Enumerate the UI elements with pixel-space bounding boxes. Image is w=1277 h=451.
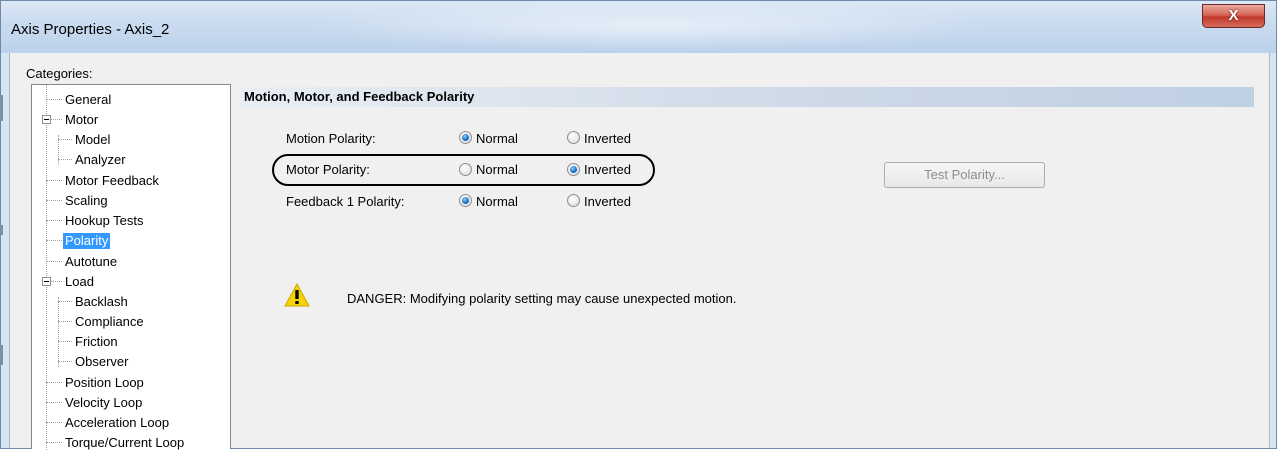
tree-item-load[interactable]: Load <box>63 274 96 290</box>
tree-item-analyzer[interactable]: Analyzer <box>73 152 128 168</box>
motor-polarity-normal-radio[interactable] <box>459 163 472 176</box>
tree-line <box>46 220 62 221</box>
collapse-load-icon[interactable] <box>42 277 51 286</box>
tree-line <box>50 119 62 120</box>
tree-line <box>58 361 72 362</box>
window-title: Axis Properties - Axis_2 <box>11 21 170 38</box>
tree-item-model[interactable]: Model <box>73 132 112 148</box>
feedback-1-polarity-label: Feedback 1 Polarity: <box>286 194 405 209</box>
left-edge-mark <box>0 345 3 365</box>
motion-polarity-label: Motion Polarity: <box>286 131 376 146</box>
collapse-motor-icon[interactable] <box>42 115 51 124</box>
motion-polarity-normal-radio[interactable] <box>459 131 472 144</box>
feedback-1-polarity-inverted-label[interactable]: Inverted <box>584 194 631 209</box>
title-bar-glass <box>301 1 1001 51</box>
tree-line <box>46 180 62 181</box>
left-edge-mark <box>0 95 3 121</box>
tree-item-compliance[interactable]: Compliance <box>73 314 146 330</box>
tree-line <box>58 139 72 140</box>
feedback-1-polarity-normal-radio[interactable] <box>459 194 472 207</box>
section-header: Motion, Motor, and Feedback Polarity <box>239 87 1254 107</box>
tree-line <box>46 240 62 241</box>
tree-item-position-loop[interactable]: Position Loop <box>63 375 146 391</box>
tree-item-backlash[interactable]: Backlash <box>73 294 130 310</box>
warning-triangle-icon <box>284 283 310 307</box>
tree-line <box>46 99 62 100</box>
tree-line <box>46 382 62 383</box>
motion-polarity-inverted-label[interactable]: Inverted <box>584 131 631 146</box>
tree-item-polarity[interactable]: Polarity <box>63 233 111 249</box>
tree-item-general[interactable]: General <box>63 92 113 108</box>
tree-line <box>46 261 62 262</box>
tree-line <box>58 301 72 302</box>
motor-polarity-label: Motor Polarity: <box>286 162 370 177</box>
categories-label: Categories: <box>26 66 93 81</box>
tree-item-motor-feedback[interactable]: Motor Feedback <box>63 173 161 189</box>
tree-item-velocity-loop[interactable]: Velocity Loop <box>63 395 144 411</box>
tree-item-scaling[interactable]: Scaling <box>63 193 110 209</box>
motion-polarity-normal-label[interactable]: Normal <box>476 131 518 146</box>
tree-line <box>46 422 62 423</box>
tree-line <box>46 200 62 201</box>
title-bar[interactable]: Axis Properties - Axis_2 X <box>1 1 1276 53</box>
feedback-1-polarity-normal-label[interactable]: Normal <box>476 194 518 209</box>
tree-item-autotune[interactable]: Autotune <box>63 254 119 270</box>
tree-item-observer[interactable]: Observer <box>73 354 130 370</box>
danger-warning-text: DANGER: Modifying polarity setting may c… <box>347 291 737 306</box>
motor-polarity-inverted-label[interactable]: Inverted <box>584 162 631 177</box>
tree-item-hookup-tests[interactable]: Hookup Tests <box>63 213 146 229</box>
tree-line <box>50 281 62 282</box>
close-button[interactable]: X <box>1202 4 1265 28</box>
motion-polarity-inverted-radio[interactable] <box>567 131 580 144</box>
motor-polarity-normal-label[interactable]: Normal <box>476 162 518 177</box>
tree-line <box>58 297 59 367</box>
tree-line <box>46 442 62 443</box>
test-polarity-button[interactable]: Test Polarity... <box>884 162 1045 188</box>
tree-item-motor[interactable]: Motor <box>63 112 100 128</box>
tree-line <box>58 159 72 160</box>
tree-item-friction[interactable]: Friction <box>73 334 120 350</box>
tree-line <box>58 321 72 322</box>
tree-line <box>58 341 72 342</box>
tree-line <box>46 402 62 403</box>
feedback-1-polarity-inverted-radio[interactable] <box>567 194 580 207</box>
tree-item-acceleration-loop[interactable]: Acceleration Loop <box>63 415 171 431</box>
categories-tree[interactable]: General Motor Model Analyzer Motor Feedb… <box>31 84 231 450</box>
left-edge-mark <box>0 225 3 235</box>
motor-polarity-inverted-radio[interactable] <box>567 163 580 176</box>
tree-line <box>46 85 47 450</box>
